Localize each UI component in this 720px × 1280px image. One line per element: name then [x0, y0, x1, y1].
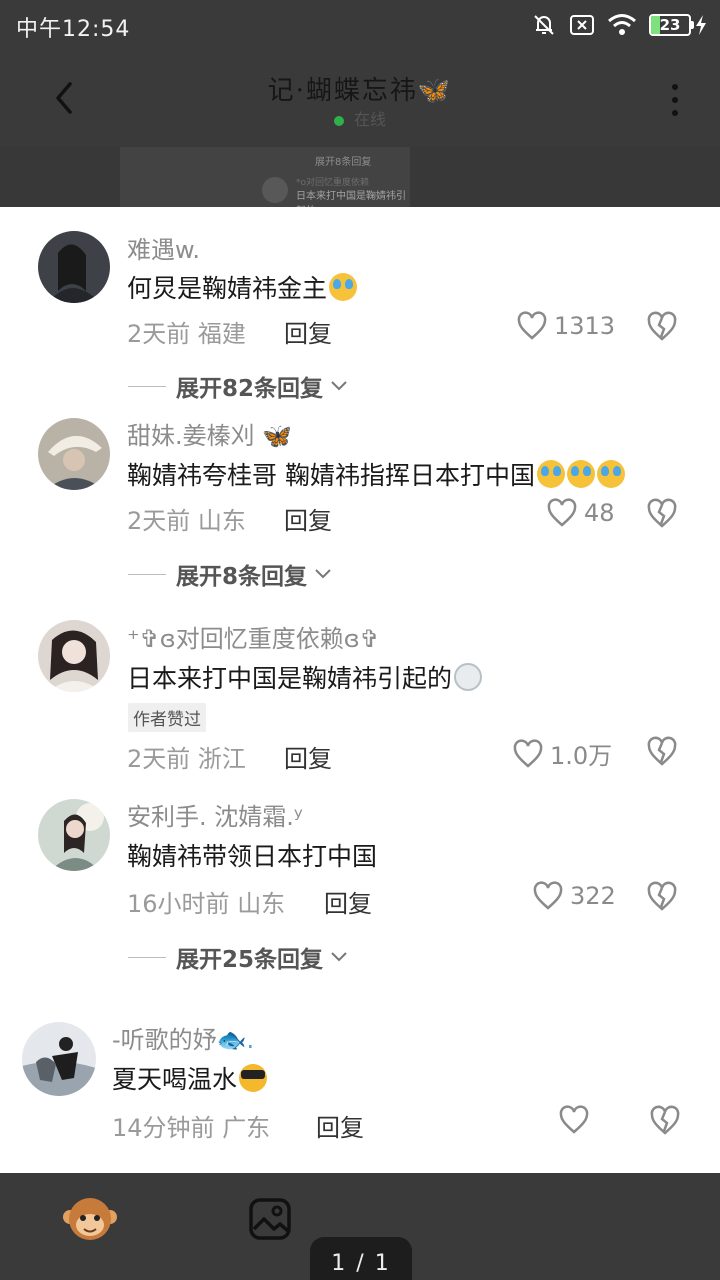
avatar[interactable] [38, 799, 110, 871]
heart-icon [547, 498, 577, 527]
comment-text: 何炅是鞠婧祎金主 [127, 269, 358, 305]
crying-laughing-emoji-icon [596, 460, 625, 488]
reply-button[interactable]: 回复 [284, 501, 332, 536]
like-button[interactable] [558, 1105, 596, 1135]
online-dot-icon [333, 115, 344, 126]
expand-replies-button[interactable]: 展开8条回复 [128, 557, 333, 591]
comment-text: 日本来打中国是鞠婧祎引起的 [127, 659, 483, 695]
avatar[interactable] [38, 620, 110, 692]
heart-icon [559, 1105, 589, 1134]
status-icons: 23 [531, 10, 708, 40]
comment-text: 夏天喝温水 [112, 1060, 268, 1096]
comment-author[interactable]: ⁺✞ɞ对回忆重度依赖ɞ✞ [127, 619, 380, 654]
chat-title: 记·蝴蝶忘祎🦋 [267, 76, 453, 106]
broken-heart-icon[interactable] [645, 497, 679, 529]
comment-meta: 16小时前 山东 [127, 884, 285, 919]
expand-replies-button[interactable]: 展开25条回复 [128, 940, 349, 974]
fish-emoji-icon: 🐟. [216, 1026, 255, 1054]
chat-header: 记·蝴蝶忘祎🦋 在线 [0, 52, 720, 147]
like-button[interactable]: 1.0万 [512, 736, 612, 771]
like-count: 48 [584, 499, 615, 527]
avatar[interactable] [38, 418, 110, 490]
like-button[interactable]: 322 [532, 881, 616, 911]
previous-image-peek: 展开8条回复 *o对回忆重度依赖 日本来打中国是鞠婧祎引起的 [0, 147, 720, 217]
sim-error-icon [570, 15, 594, 35]
comment-text: 鞠婧祎夸桂哥 鞠婧祎指挥日本打中国 [127, 456, 625, 492]
battery-icon: 23 [649, 14, 708, 36]
chevron-down-icon [331, 381, 347, 391]
wifi-icon [608, 14, 636, 35]
chevron-down-icon [331, 952, 347, 962]
comment-time: 2天前 [127, 320, 191, 348]
comment-meta: 2天前 福建 [127, 314, 246, 349]
sunglasses-emoji-icon [239, 1064, 268, 1092]
like-count: 1.0万 [550, 742, 613, 770]
expand-replies-button[interactable]: 展开82条回复 [128, 369, 349, 403]
reply-button[interactable]: 回复 [316, 1108, 364, 1143]
comment-location: 广东 [222, 1114, 271, 1142]
reply-button[interactable]: 回复 [284, 314, 332, 349]
comment-author[interactable]: 安利手. 沈婧霜.ʸ [127, 797, 303, 832]
crying-laughing-emoji-icon [566, 460, 595, 488]
crying-laughing-emoji-icon [329, 273, 358, 301]
battery-level: 23 [659, 16, 681, 34]
broken-heart-icon[interactable] [645, 310, 679, 342]
heart-icon [517, 311, 547, 340]
monkey-sticker-icon[interactable] [62, 1193, 118, 1245]
avatar[interactable] [22, 1022, 96, 1096]
like-count: 1313 [554, 312, 616, 340]
author-liked-badge: 作者赞过 [128, 703, 206, 732]
reply-button[interactable]: 回复 [284, 739, 332, 774]
comment-meta: 2天前 浙江 [127, 739, 246, 774]
heart-icon [533, 881, 563, 910]
comment-location: 福建 [197, 320, 246, 348]
comment-time: 2天前 [127, 507, 191, 535]
heart-icon [513, 738, 543, 768]
comment-time: 16小时前 [127, 890, 230, 918]
comment-location: 山东 [237, 890, 286, 918]
comment-location: 山东 [197, 507, 246, 535]
butterfly-emoji-icon: 🦋 [254, 422, 293, 450]
status-time: 中午12:54 [16, 17, 131, 42]
comments-image[interactable]: 难遇w. 何炅是鞠婧祎金主 2天前 福建 回复 1313 展开82条回复 甜妹.… [0, 207, 720, 1173]
peek-expand-label: 展开8条回复 [315, 157, 372, 168]
comment-author[interactable]: 甜妹.姜榛刈 🦋 [127, 416, 292, 451]
page-indicator: 1 / 1 [310, 1237, 412, 1280]
charging-bolt-icon [696, 15, 706, 35]
like-count: 322 [570, 882, 616, 910]
comment-meta: 14分钟前 广东 [112, 1108, 270, 1143]
more-options-button[interactable] [660, 78, 690, 122]
status-bar: 中午12:54 23 [0, 0, 720, 52]
crying-laughing-emoji-icon [536, 460, 565, 488]
broken-heart-icon[interactable] [648, 1104, 682, 1136]
avatar[interactable] [38, 231, 110, 303]
relieved-face-emoji-icon [454, 663, 483, 691]
comment-meta: 2天前 山东 [127, 501, 246, 536]
comment-author[interactable]: 难遇w. [127, 230, 200, 265]
image-gallery-icon[interactable] [248, 1197, 292, 1241]
online-status: 在线 [0, 106, 720, 130]
like-button[interactable]: 1313 [516, 311, 615, 341]
peek-avatar [262, 177, 288, 203]
chevron-down-icon [315, 569, 331, 579]
comment-text: 鞠婧祎带领日本打中国 [127, 842, 378, 871]
broken-heart-icon[interactable] [645, 880, 679, 912]
online-status-label: 在线 [353, 110, 386, 129]
comment-location: 浙江 [197, 745, 246, 773]
mute-bell-icon [534, 15, 554, 35]
comment-time: 2天前 [127, 745, 191, 773]
comment-author[interactable]: -听歌的妤🐟. [112, 1020, 254, 1055]
bottom-toolbar: 1 / 1 [0, 1173, 720, 1280]
like-button[interactable]: 48 [546, 498, 615, 528]
comment-time: 14分钟前 [112, 1114, 215, 1142]
broken-heart-icon[interactable] [645, 735, 679, 767]
reply-button[interactable]: 回复 [324, 884, 372, 919]
